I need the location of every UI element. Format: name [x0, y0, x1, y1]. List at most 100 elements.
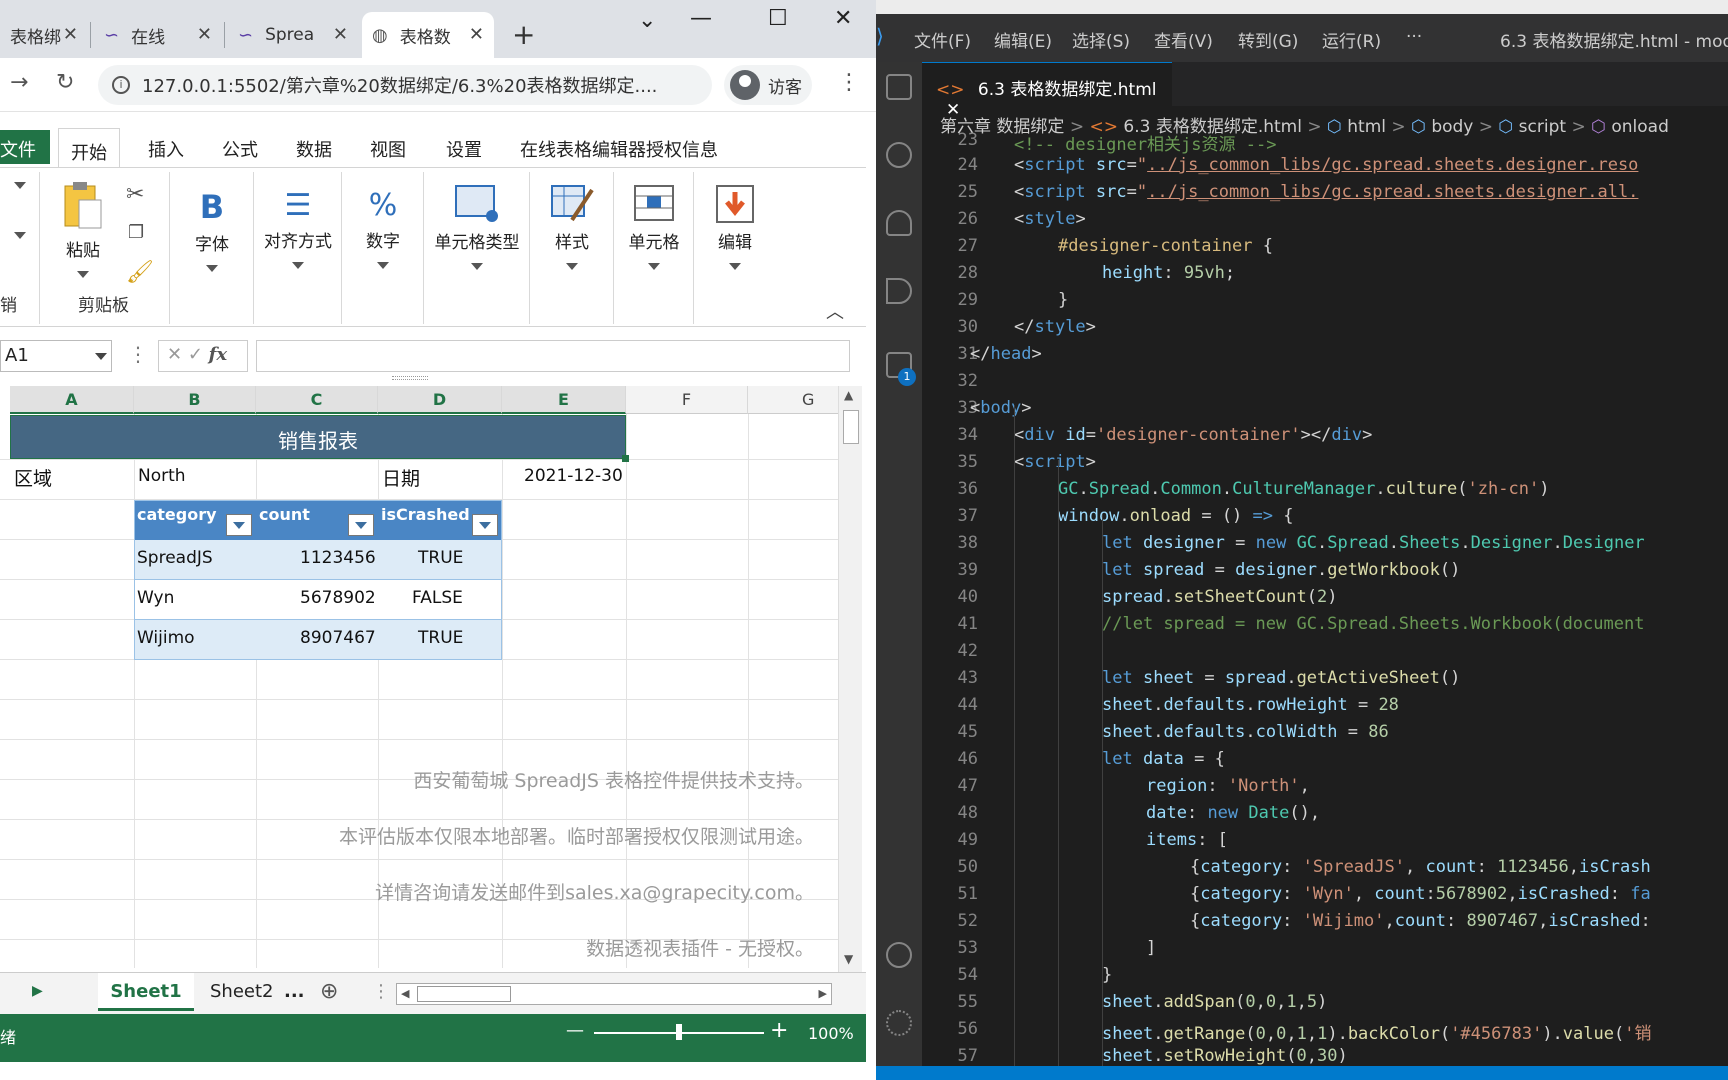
filter-dropdown-icon[interactable]	[472, 514, 498, 536]
close-icon[interactable]: ✕	[197, 24, 212, 45]
chevron-down-icon[interactable]	[14, 182, 26, 189]
tab-settings[interactable]: 设置	[446, 136, 482, 162]
scroll-thumb[interactable]	[417, 986, 511, 1002]
name-box[interactable]: A1	[0, 340, 112, 372]
sheet-tab-sheet1[interactable]: Sheet1	[98, 973, 194, 1011]
browser-tab-1[interactable]: 表格绑 ✕	[0, 12, 88, 58]
close-icon[interactable]: ✕	[63, 24, 78, 45]
close-icon[interactable]: ✕	[333, 24, 348, 45]
gear-icon[interactable]	[886, 1010, 912, 1036]
menu-run[interactable]: 运行(R)	[1322, 27, 1381, 52]
maximize-icon[interactable]: ☐	[768, 6, 788, 31]
tab-view[interactable]: 视图	[370, 136, 406, 162]
filter-dropdown-icon[interactable]	[348, 514, 374, 536]
column-header-a[interactable]: A	[10, 386, 134, 414]
horizontal-scrollbar[interactable]: ◀ ▶	[396, 983, 832, 1005]
table-header-iscrashed[interactable]: isCrashed	[378, 500, 502, 540]
scroll-left-icon[interactable]: ◀	[401, 987, 409, 1000]
alignment-button[interactable]: ☰ 对齐方式	[258, 188, 338, 269]
paste-button[interactable]: 粘贴	[58, 180, 108, 278]
url-field[interactable]: i 127.0.0.1:5502/第六章%20数据绑定/6.3%20表格数据绑定…	[98, 65, 712, 105]
code-editor[interactable]: 23 <!-- designer相关js资源 --> 24 <script src=…	[922, 130, 1728, 1066]
number-button[interactable]: % 数字	[352, 188, 414, 269]
chevron-down-icon[interactable]	[14, 232, 26, 239]
tab-formulas[interactable]: 公式	[222, 136, 258, 162]
date-label-cell[interactable]: 日期	[382, 464, 420, 491]
cut-icon[interactable]: ✂	[126, 182, 144, 207]
date-value-cell[interactable]: 2021-12-30	[524, 466, 623, 486]
table-header-category[interactable]: category	[134, 500, 256, 540]
collapse-ribbon-icon[interactable]: ︿	[826, 298, 844, 324]
scroll-thumb[interactable]	[843, 410, 859, 444]
menu-view[interactable]: 查看(V)	[1154, 27, 1213, 52]
zoom-slider-knob[interactable]	[676, 1024, 682, 1040]
cells-button[interactable]: 单元格	[620, 184, 688, 270]
source-control-icon[interactable]	[886, 210, 912, 236]
cell-type-button[interactable]: 单元格类型	[428, 184, 526, 270]
account-icon[interactable]	[886, 942, 912, 968]
font-button[interactable]: B 字体	[180, 188, 244, 272]
copy-icon[interactable]: ❐	[128, 222, 144, 243]
more-icon[interactable]: ⋮	[372, 981, 390, 1002]
table-header-count[interactable]: count	[256, 500, 378, 540]
browser-tab-2[interactable]: ∽ 在线 ✕	[94, 12, 222, 58]
chevron-down-icon[interactable]	[95, 353, 107, 360]
report-title-cell[interactable]: 销售报表	[10, 415, 626, 459]
vertical-scrollbar[interactable]: ▲ ▼	[838, 386, 862, 972]
close-icon[interactable]: ✕	[469, 24, 484, 45]
fx-icon[interactable]: fx	[209, 344, 227, 365]
browser-tab-3[interactable]: ∽ Sprea ✕	[228, 12, 358, 58]
play-right-icon[interactable]: ▶	[32, 983, 43, 999]
scroll-down-icon[interactable]: ▼	[844, 952, 853, 966]
editing-button[interactable]: 编辑	[704, 184, 766, 270]
column-header-g[interactable]: G	[748, 386, 842, 414]
add-sheet-icon[interactable]: ⊕	[320, 979, 338, 1004]
info-icon[interactable]: i	[112, 76, 130, 94]
tab-data[interactable]: 数据	[296, 136, 332, 162]
region-value-cell[interactable]: North	[138, 466, 186, 486]
zoom-in-icon[interactable]: +	[770, 1018, 788, 1043]
format-painter-icon[interactable]: 🖌	[126, 260, 154, 285]
column-header-c[interactable]: C	[256, 386, 378, 414]
minimize-icon[interactable]: —	[690, 6, 712, 31]
menu-file[interactable]: 文件(F)	[914, 27, 971, 52]
reload-icon[interactable]: ↻	[56, 70, 74, 95]
fill-handle[interactable]	[622, 455, 629, 462]
tab-insert[interactable]: 插入	[148, 136, 184, 162]
more-menu-icon[interactable]: ⋮	[838, 70, 860, 95]
more-icon[interactable]: ⋮	[128, 342, 148, 366]
editor-tab-active[interactable]: <> 6.3 表格数据绑定.html ✕	[922, 62, 1172, 120]
scroll-up-icon[interactable]: ▲	[844, 388, 853, 402]
forward-icon[interactable]: →	[10, 70, 28, 95]
profile-button[interactable]: 访客	[724, 65, 812, 105]
column-header-f[interactable]: F	[626, 386, 748, 414]
table-row[interactable]: Wyn 5678902 FALSE	[134, 580, 502, 620]
menu-more[interactable]: ···	[1406, 27, 1422, 47]
new-tab-plus-icon[interactable]: +	[512, 18, 535, 51]
confirm-icon[interactable]: ✓	[188, 344, 203, 365]
menu-edit[interactable]: 编辑(E)	[994, 27, 1052, 52]
menu-selection[interactable]: 选择(S)	[1072, 27, 1130, 52]
more-sheets-button[interactable]: ...	[284, 973, 305, 1011]
scroll-right-icon[interactable]: ▶	[819, 987, 827, 1000]
formula-input[interactable]	[256, 340, 850, 372]
styles-button[interactable]: 样式	[540, 184, 604, 270]
search-icon[interactable]	[886, 142, 912, 168]
table-row[interactable]: SpreadJS 1123456 TRUE	[134, 540, 502, 580]
column-header-e[interactable]: E	[502, 386, 626, 414]
tab-home[interactable]: 开始	[58, 128, 120, 168]
zoom-out-icon[interactable]: —	[566, 1020, 584, 1041]
region-label-cell[interactable]: 区域	[14, 464, 52, 491]
cancel-icon[interactable]: ✕	[167, 344, 182, 365]
sheet-tab-sheet2[interactable]: Sheet2	[210, 973, 274, 1011]
column-header-b[interactable]: B	[134, 386, 256, 414]
explorer-icon[interactable]	[886, 74, 912, 100]
menu-go[interactable]: 转到(G)	[1238, 27, 1298, 52]
tab-file[interactable]: 文件	[0, 130, 50, 164]
spreadsheet-grid[interactable]: A B C D E F G 销售报表 区域 North 日期 2021-12-3…	[0, 386, 842, 968]
splitter-handle[interactable]	[392, 376, 428, 380]
close-window-icon[interactable]: ✕	[834, 6, 852, 31]
run-debug-icon[interactable]	[886, 278, 912, 304]
chevron-down-icon[interactable]: ⌄	[638, 8, 656, 33]
tab-license-info[interactable]: 在线表格编辑器授权信息	[520, 136, 718, 162]
